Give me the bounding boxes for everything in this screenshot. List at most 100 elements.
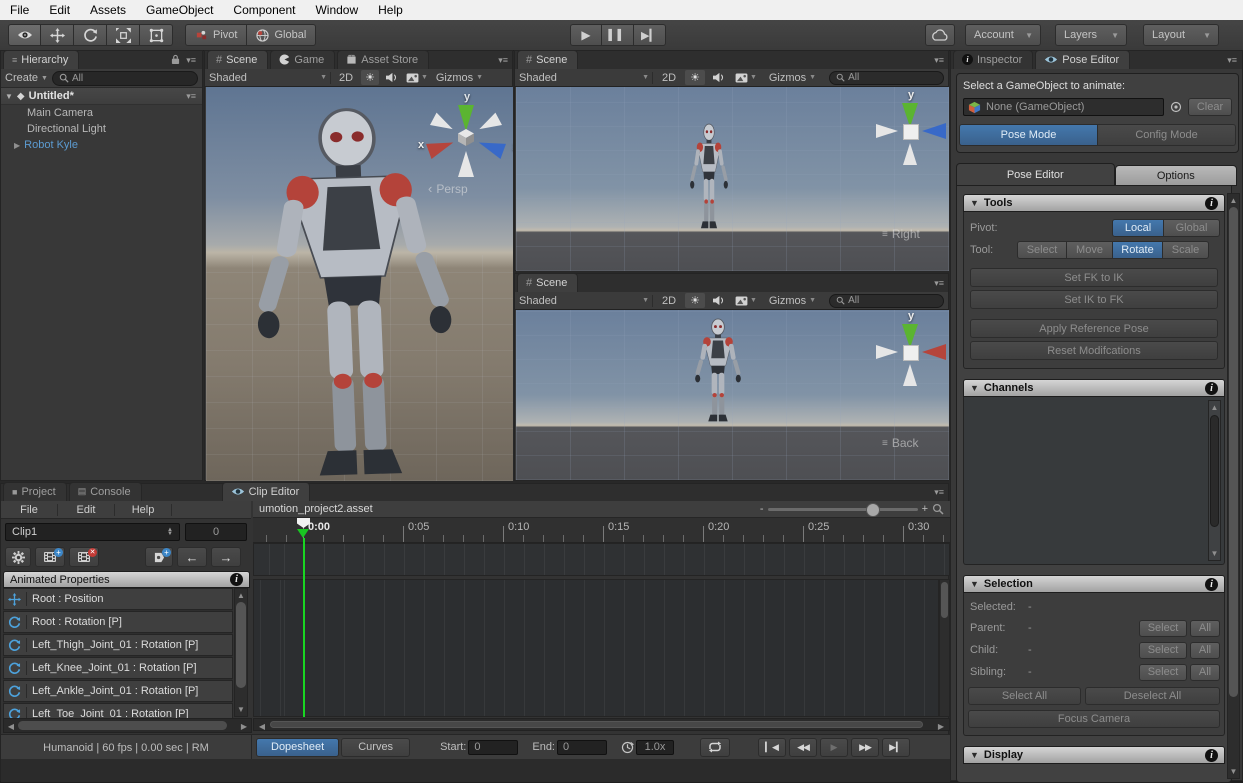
axis-gizmo[interactable]: y x xyxy=(876,312,949,392)
clip-menu-help[interactable]: Help xyxy=(115,504,172,516)
layers-dropdown[interactable]: Layers▼ xyxy=(1055,24,1127,46)
apply-reference-pose-button[interactable]: Apply Reference Pose xyxy=(970,319,1218,338)
dopesheet-summary-track[interactable] xyxy=(253,543,950,576)
gizmos-dropdown[interactable]: Gizmos▼ xyxy=(763,72,822,84)
prev-key-button[interactable]: ← xyxy=(177,547,207,567)
axis-up-right-cone[interactable] xyxy=(476,113,502,136)
audio-toggle[interactable] xyxy=(382,72,401,83)
cloud-button[interactable] xyxy=(925,24,955,46)
property-row[interactable]: Root : Rotation [P] xyxy=(3,611,233,633)
viewport-persp[interactable]: y x z ‹ Persp xyxy=(206,87,513,481)
hierarchy-item-robot-kyle[interactable]: ▶ Robot Kyle xyxy=(1,137,202,153)
zoom-out-label[interactable]: - xyxy=(756,503,768,515)
start-field[interactable]: 0 xyxy=(468,740,518,755)
sibling-select-button[interactable]: Select xyxy=(1139,664,1187,681)
go-to-start-button[interactable]: ▎◀ xyxy=(758,738,786,757)
panel-menu-icon[interactable]: ▾≡ xyxy=(186,55,196,66)
scene-search-input[interactable]: All xyxy=(829,294,944,308)
channels-scrollbar[interactable]: ▲ ▼ xyxy=(1208,400,1221,561)
hierarchy-item-main-camera[interactable]: Main Camera xyxy=(1,105,202,121)
audio-toggle[interactable] xyxy=(708,72,729,83)
axis-down-cone[interactable] xyxy=(458,151,474,177)
property-row-root-position[interactable]: Root : Position xyxy=(3,588,233,610)
2d-toggle[interactable]: 2D xyxy=(656,295,682,307)
inspector-tab[interactable]: i Inspector xyxy=(953,50,1033,69)
add-key-button[interactable]: + xyxy=(145,547,173,567)
scene-tab[interactable]: #Scene xyxy=(207,50,268,69)
scene-tab[interactable]: #Scene xyxy=(517,273,578,292)
axis-gizmo[interactable]: y z xyxy=(876,91,949,171)
clip-menu-file[interactable]: File xyxy=(1,504,58,516)
pose-editor-scrollbar[interactable]: ▲ ▼ xyxy=(1227,193,1240,779)
properties-vertical-scrollbar[interactable]: ▲ ▼ xyxy=(234,588,248,717)
focus-camera-button[interactable]: Focus Camera xyxy=(968,710,1220,728)
view-orientation-label[interactable]: ≡ Right xyxy=(882,227,920,241)
global-toggle-button[interactable]: Global xyxy=(247,24,316,46)
menu-gameobject[interactable]: GameObject xyxy=(136,3,223,17)
pose-editor-tab[interactable]: Pose Editor xyxy=(1035,50,1130,69)
axis-left-cone[interactable] xyxy=(876,345,898,359)
search-zoom-icon[interactable] xyxy=(932,503,944,515)
property-row[interactable]: Left_Thigh_Joint_01 : Rotation [P] xyxy=(3,634,233,656)
pose-mode-button[interactable]: Pose Mode xyxy=(959,124,1098,146)
foldout-arrow-icon[interactable]: ▼ xyxy=(5,92,13,101)
axis-z-cone[interactable] xyxy=(476,135,506,159)
set-ik-to-fk-button[interactable]: Set IK to FK xyxy=(970,290,1218,309)
property-row[interactable]: Left_Ankle_Joint_01 : Rotation [P] xyxy=(3,680,233,702)
deselect-all-button[interactable]: Deselect All xyxy=(1085,687,1220,705)
hierarchy-item-directional-light[interactable]: Directional Light xyxy=(1,121,202,137)
axis-gizmo[interactable]: y x z xyxy=(424,95,510,181)
axis-down-cone[interactable] xyxy=(903,364,917,386)
viewport-right[interactable]: y z ≡ Right xyxy=(516,87,949,271)
gizmo-cube[interactable] xyxy=(456,127,476,147)
info-icon[interactable]: i xyxy=(1205,197,1218,210)
settings-button[interactable] xyxy=(5,547,31,567)
scene-search-input[interactable]: All xyxy=(829,71,944,85)
info-icon[interactable]: i xyxy=(1205,578,1218,591)
next-key-button[interactable]: → xyxy=(211,547,241,567)
set-fk-to-ik-button[interactable]: Set FK to IK xyxy=(970,268,1218,287)
channels-section-header[interactable]: ▼Channels i xyxy=(963,379,1225,397)
pivot-toggle-button[interactable]: Pivot xyxy=(185,24,247,46)
playback-speed-field[interactable]: 1.0x xyxy=(636,740,674,755)
lighting-toggle[interactable]: ☀ xyxy=(685,293,705,308)
add-clip-button[interactable]: + xyxy=(35,547,65,567)
sibling-all-button[interactable]: All xyxy=(1190,664,1220,681)
timeline-ruler[interactable]: 0:00 0:05 0:10 0:15 0:20 0:25 0:30 xyxy=(253,518,950,543)
parent-select-button[interactable]: Select xyxy=(1139,620,1187,637)
dopesheet-horizontal-scrollbar[interactable]: ◀ ▶ xyxy=(253,718,950,731)
axis-down-cone[interactable] xyxy=(903,143,917,165)
gizmo-center[interactable] xyxy=(903,345,919,361)
hierarchy-search-input[interactable]: All xyxy=(52,71,198,86)
playhead-line[interactable] xyxy=(303,538,305,717)
panel-menu-icon[interactable]: ▾≡ xyxy=(498,55,508,66)
create-dropdown[interactable]: Create▼ xyxy=(5,72,48,84)
property-row[interactable]: Left_Knee_Joint_01 : Rotation [P] xyxy=(3,657,233,679)
menu-edit[interactable]: Edit xyxy=(39,3,80,17)
rewind-button[interactable]: ◀◀ xyxy=(789,738,817,757)
child-all-button[interactable]: All xyxy=(1190,642,1220,659)
child-select-button[interactable]: Select xyxy=(1139,642,1187,659)
rect-tool-button[interactable] xyxy=(140,24,173,46)
audio-toggle[interactable] xyxy=(708,295,729,306)
axis-up-left-cone[interactable] xyxy=(430,113,456,136)
dopesheet-vertical-scrollbar[interactable] xyxy=(939,579,950,717)
view-orientation-label[interactable]: ‹ Persp xyxy=(428,181,468,196)
rotate-tool-button[interactable] xyxy=(74,24,107,46)
game-tab[interactable]: Game xyxy=(270,50,335,69)
menu-assets[interactable]: Assets xyxy=(80,3,136,17)
properties-horizontal-scrollbar[interactable]: ◀ ▶ xyxy=(3,718,252,733)
fast-forward-button[interactable]: ▶▶ xyxy=(851,738,879,757)
info-icon[interactable]: i xyxy=(230,573,243,586)
config-mode-button[interactable]: Config Mode xyxy=(1098,124,1236,146)
timeline-zoom-slider[interactable] xyxy=(768,508,918,511)
tool-rotate-button[interactable]: Rotate xyxy=(1113,241,1163,259)
clip-editor-tab[interactable]: Clip Editor xyxy=(222,482,311,501)
axis-left-cone[interactable] xyxy=(876,124,898,138)
dopesheet-grid[interactable] xyxy=(253,579,939,717)
layout-dropdown[interactable]: Layout▼ xyxy=(1143,24,1219,46)
2d-toggle[interactable]: 2D xyxy=(656,72,682,84)
subtab-pose-editor[interactable]: Pose Editor xyxy=(956,163,1115,186)
tools-section-header[interactable]: ▼Tools i xyxy=(963,194,1225,212)
expander-arrow-icon[interactable]: ▶ xyxy=(14,141,20,150)
